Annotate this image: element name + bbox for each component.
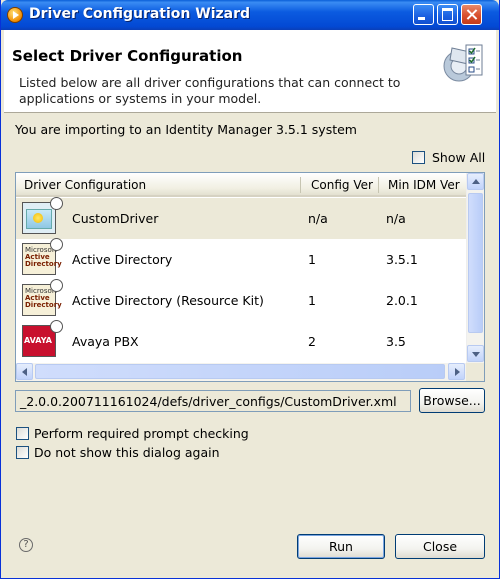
vertical-scrollbar[interactable] [466, 173, 484, 363]
avaya-icon: AVAYA [22, 320, 63, 357]
table-row[interactable]: Microsoft Active Directory Active Director… [16, 279, 466, 321]
driver-name: Avaya PBX [72, 334, 139, 349]
close-window-button[interactable] [461, 4, 482, 25]
prompt-checking-checkbox[interactable] [16, 427, 29, 440]
min-idm-ver: 3.5.1 [386, 252, 418, 267]
chevron-left-icon [22, 368, 27, 376]
prompt-checking-label[interactable]: Perform required prompt checking [34, 426, 249, 441]
row-radio[interactable] [50, 279, 63, 292]
horizontal-scrollbar[interactable] [16, 363, 466, 381]
help-icon[interactable]: ? [19, 538, 33, 552]
app-icon [7, 7, 23, 23]
horizontal-scroll-thumb[interactable] [35, 364, 445, 379]
vertical-scroll-thumb[interactable] [468, 193, 483, 333]
page-description: Listed below are all driver configuratio… [19, 75, 401, 106]
scroll-down-button[interactable] [467, 345, 484, 362]
scroll-right-button[interactable] [448, 363, 465, 380]
driver-name: CustomDriver [72, 211, 159, 226]
wizard-configuration-icon [443, 44, 483, 82]
min-idm-ver: 2.0.1 [386, 293, 418, 308]
driver-name: Active Directory (Resource Kit) [72, 293, 264, 308]
config-ver: 1 [308, 293, 316, 308]
show-all-checkbox[interactable] [412, 151, 425, 164]
column-header-config-ver[interactable]: Config Ver [311, 178, 373, 192]
min-idm-ver: n/a [386, 211, 406, 226]
custom-driver-icon [22, 197, 63, 234]
table-row[interactable]: AVAYA Avaya PBX 2 3.5 [16, 320, 466, 362]
scroll-corner [466, 363, 484, 381]
window-title: Driver Configuration Wizard [29, 6, 251, 22]
do-not-show-checkbox[interactable] [16, 446, 29, 459]
scroll-up-button[interactable] [467, 173, 484, 190]
microsoft-active-directory-icon: Microsoft Active Directory [22, 279, 63, 316]
show-all-label[interactable]: Show All [432, 150, 485, 165]
microsoft-active-directory-icon: Microsoft Active Directory [22, 238, 63, 275]
column-header-min-idm-ver[interactable]: Min IDM Ver [388, 178, 460, 192]
config-ver: n/a [308, 211, 328, 226]
chevron-up-icon [472, 179, 480, 184]
config-path-field[interactable]: _2.0.0.200711161024/defs/driver_configs/… [15, 390, 411, 412]
header-panel: Select Driver Configuration Listed below… [4, 30, 496, 113]
row-radio[interactable] [50, 197, 63, 210]
table-row[interactable]: CustomDriver n/a n/a [16, 197, 466, 239]
chevron-down-icon [472, 352, 480, 357]
driver-name: Active Directory [72, 252, 173, 267]
close-button[interactable]: Close [395, 534, 485, 559]
min-idm-ver: 3.5 [386, 334, 406, 349]
do-not-show-label[interactable]: Do not show this dialog again [34, 445, 220, 460]
run-button[interactable]: Run [297, 534, 385, 559]
page-title: Select Driver Configuration [12, 47, 243, 65]
config-ver: 2 [308, 334, 316, 349]
minimize-button[interactable] [413, 4, 434, 25]
column-header-driver-configuration[interactable]: Driver Configuration [24, 178, 146, 192]
title-bar[interactable]: Driver Configuration Wizard [1, 0, 499, 30]
table-header: Driver Configuration Config Ver Min IDM … [16, 173, 466, 197]
row-radio[interactable] [50, 320, 63, 333]
browse-button[interactable]: Browse... [419, 388, 485, 413]
driver-configuration-table: Driver Configuration Config Ver Min IDM … [15, 172, 485, 382]
chevron-right-icon [455, 368, 460, 376]
table-row[interactable]: Microsoft Active Directory Active Director… [16, 238, 466, 280]
maximize-button[interactable] [437, 4, 458, 25]
config-ver: 1 [308, 252, 316, 267]
row-radio[interactable] [50, 238, 63, 251]
wizard-window: Driver Configuration Wizard Select Drive… [0, 0, 500, 579]
import-info-text: You are importing to an Identity Manager… [15, 122, 357, 137]
scroll-left-button[interactable] [16, 363, 33, 380]
